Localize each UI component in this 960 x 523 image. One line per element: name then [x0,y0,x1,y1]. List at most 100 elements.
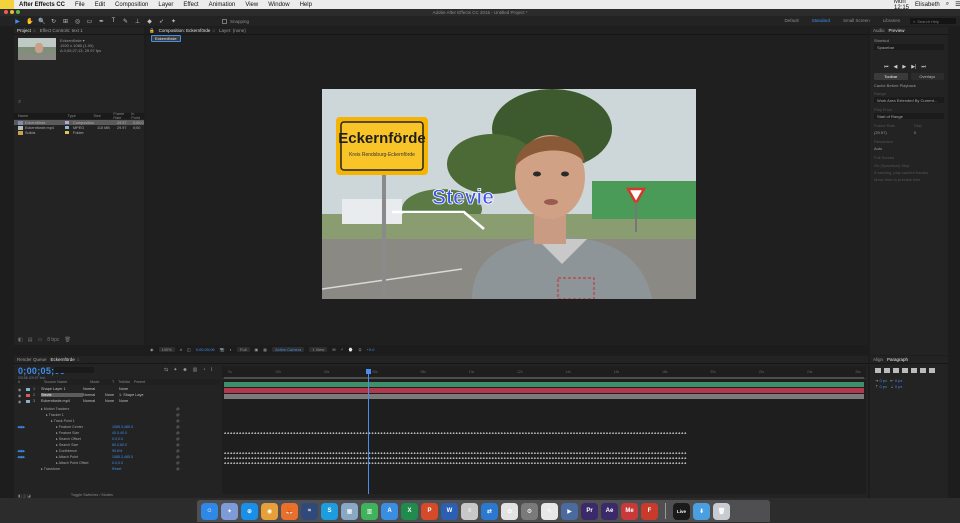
app-store-icon[interactable]: A [381,502,398,520]
name-title-text[interactable]: Stevie [432,186,495,210]
draft-3d-icon[interactable]: ✦ [173,367,177,373]
space-before-value[interactable]: 0 px [879,384,887,389]
align-right-icon[interactable] [893,368,899,373]
always-preview-icon[interactable]: ◉ [150,347,154,352]
space-after-value[interactable]: 0 px [895,384,903,389]
pick-whip-icon[interactable]: @ [176,419,180,423]
comp-flowchart-icon[interactable]: ⇆ [164,367,168,373]
column-name[interactable]: Name [14,114,64,118]
layer-property-row[interactable]: ▸ Attach Point Offset 0.0,0.0 @ [14,460,220,465]
shy-layers-icon[interactable]: ☻ [182,367,187,373]
pick-whip-icon[interactable]: @ [176,443,180,447]
lock-icon[interactable]: 🔒 [149,28,155,34]
property-name[interactable]: ▸ Feature Center [30,425,83,429]
motion-blur-icon[interactable]: ◔ [202,367,205,373]
current-time-indicator[interactable] [366,369,371,494]
move-time-checkbox[interactable]: Move time to preview time [874,177,920,182]
if-caching-checkbox[interactable]: If caching, play cached frames [874,170,928,175]
tab-timeline-composition[interactable]: Eckernförde ≡ [51,357,80,362]
layer-label-color[interactable] [26,393,30,397]
layer-mode-dropdown[interactable]: Normal [83,393,105,397]
tab-project[interactable]: Project ≡ [17,28,36,33]
workspace-small-screen[interactable]: Small Screen [838,17,875,24]
notification-center-icon[interactable]: ☰ [955,1,960,8]
property-name[interactable]: ▸ Attach Point Offset [30,461,89,465]
notes-icon[interactable]: ≡ [461,502,478,520]
visibility-eye-icon[interactable]: ◉ [18,393,23,398]
search-help-input[interactable]: ⌕ Search Help [910,18,956,24]
layer-label-color[interactable] [26,399,30,403]
menu-layer[interactable]: Layer [153,2,178,8]
property-value[interactable]: 40.0,40.0 [112,431,127,435]
steam-icon[interactable]: ≈ [301,502,318,520]
layer-parent-dropdown[interactable]: 1. Shape Laye [119,393,159,397]
filezilla-icon[interactable]: F [641,502,658,520]
property-value[interactable]: 0.0,0.0 [112,437,123,441]
view-layout-dropdown[interactable]: 1 View [309,347,328,352]
justify-all-icon[interactable] [929,368,935,373]
snapshot-icon[interactable]: 📷 [220,347,225,352]
show-channel-icon[interactable]: ◐ [230,347,232,352]
property-name[interactable]: ▸ Search Offset [30,437,81,441]
layer-duration-bar[interactable] [224,388,864,393]
graph-editor-icon[interactable]: ⌇ [210,367,212,373]
tab-effect-controls[interactable]: Effect Controls: text 1 [40,28,83,33]
word-icon[interactable]: W [441,502,458,520]
project-search-icon[interactable]: ⌕ [18,99,21,106]
tab-paragraph[interactable]: Paragraph [887,357,908,362]
label-color[interactable] [65,126,69,129]
pick-whip-icon[interactable]: @ [176,431,180,435]
media-encoder-icon[interactable]: Me [621,502,638,520]
pick-whip-icon[interactable]: @ [176,461,180,465]
property-value[interactable]: 80.0,80.0 [112,443,127,447]
timeline-search-input[interactable] [54,367,94,373]
excel-icon[interactable]: X [401,502,418,520]
composition-navigator-pill[interactable]: Eckernförde [151,35,181,42]
eraser-tool-icon[interactable]: ◆ [146,18,153,25]
layer-property-row[interactable]: ▸ Tracker 1 @ [14,412,220,417]
include-toolbar-toggle[interactable]: Toolbar [874,73,908,80]
transparency-grid-icon[interactable]: ▦ [263,347,267,352]
property-name[interactable]: ▸ Search Size [30,443,78,447]
new-folder-icon[interactable]: ▤ [28,337,33,343]
powerpoint-icon[interactable]: P [421,502,438,520]
downloads-folder-icon[interactable]: ⬇ [693,502,710,520]
column-track-matte[interactable]: TrkMat [118,380,134,384]
tab-align[interactable]: Align [873,357,883,362]
property-name[interactable]: ▸ Feature Size [30,431,79,435]
layer-property-row[interactable]: ▸ Feature Size 40.0,40.0 @ [14,430,220,435]
apple-menu-icon[interactable] [0,0,14,9]
camera-tool-icon[interactable]: ⊞ [62,18,69,25]
visibility-eye-icon[interactable]: ◉ [18,387,23,392]
photos-icon[interactable]: ✿ [501,502,518,520]
firefox-icon[interactable]: 🦊 [281,502,298,520]
launchpad-icon[interactable]: ✦ [221,502,238,520]
property-value[interactable]: 99.6% [112,449,122,453]
window-zoom-button[interactable] [16,10,20,14]
column-layer-number[interactable]: # [14,380,44,384]
property-value[interactable]: 1085.3,485.5 [112,425,133,429]
spotlight-icon[interactable]: ⌕ [946,1,949,8]
tab-layer[interactable]: Layer: (none) [219,28,246,33]
trash-icon[interactable]: 🗑 [713,502,730,520]
workspace-standard[interactable]: Standard [807,17,835,24]
window-minimize-button[interactable] [10,10,14,14]
menu-help[interactable]: Help [295,2,317,8]
tab-render-queue[interactable]: Render Queue [17,357,47,362]
region-of-interest-icon[interactable]: ▣ [255,347,259,352]
keyframe-navigator-icon[interactable]: ◀◆▶ [14,425,30,429]
pick-whip-icon[interactable]: @ [176,437,180,441]
keyframe-row[interactable]: ◆◆◆◆◆◆◆◆◆◆◆◆◆◆◆◆◆◆◆◆◆◆◆◆◆◆◆◆◆◆◆◆◆◆◆◆◆◆◆◆… [224,431,864,434]
layer-duration-bar[interactable] [224,394,864,399]
column-size[interactable]: Size [89,114,109,118]
column-mode[interactable]: Mode [90,380,112,384]
flowchart-icon[interactable]: ⛭ [358,347,361,352]
column-in-point[interactable]: In Point [127,112,144,120]
property-name[interactable]: ▸ Track Point 1 [30,419,75,423]
layer-property-row[interactable]: ▸ Transform Reset @ [14,466,220,471]
exposure-value[interactable]: +0.0 [367,347,375,352]
skip-value[interactable]: 0 [914,130,916,135]
tab-audio[interactable]: Audio [873,28,885,33]
menu-animation[interactable]: Animation [204,2,241,8]
toggle-switches-modes[interactable]: Toggle Switches / Modes [71,493,113,497]
